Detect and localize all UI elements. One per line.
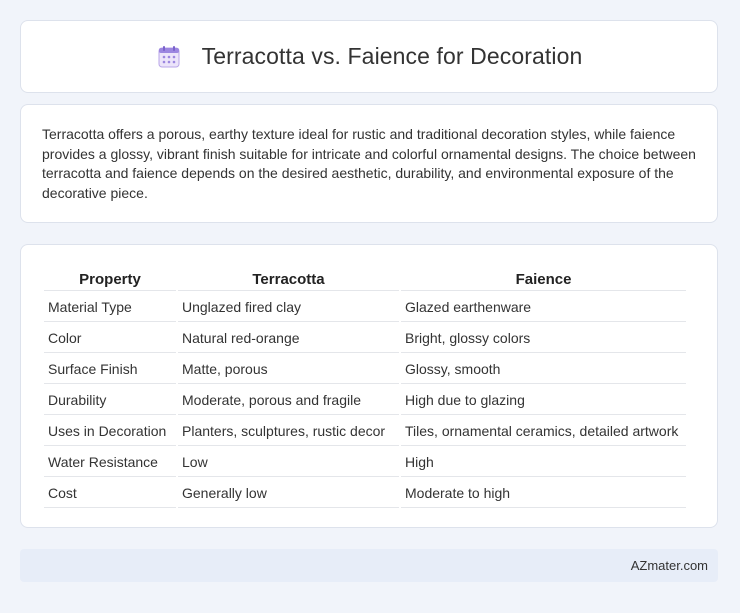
page-title: Terracotta vs. Faience for Decoration <box>201 43 583 69</box>
cell-faience: High due to glazing <box>401 386 686 415</box>
cell-property: Surface Finish <box>44 355 176 384</box>
cell-faience: Glazed earthenware <box>401 293 686 322</box>
title-card: Terracotta vs. Faience for Decoration <box>20 20 718 93</box>
cell-property: Water Resistance <box>44 448 176 477</box>
table-card: Property Terracotta Faience Material Typ… <box>20 244 718 528</box>
cell-faience: Tiles, ornamental ceramics, detailed art… <box>401 417 686 446</box>
table-row: Surface Finish Matte, porous Glossy, smo… <box>44 355 686 384</box>
header-faience: Faience <box>401 268 686 291</box>
footer-bar: AZmater.com <box>20 549 718 582</box>
cell-faience: Moderate to high <box>401 479 686 508</box>
cell-property: Cost <box>44 479 176 508</box>
cell-property: Material Type <box>44 293 176 322</box>
table-row: Color Natural red-orange Bright, glossy … <box>44 324 686 353</box>
cell-terracotta: Moderate, porous and fragile <box>178 386 399 415</box>
cell-property: Durability <box>44 386 176 415</box>
cell-terracotta: Natural red-orange <box>178 324 399 353</box>
cell-faience: Glossy, smooth <box>401 355 686 384</box>
header-terracotta: Terracotta <box>178 268 399 291</box>
cell-faience: High <box>401 448 686 477</box>
cell-faience: Bright, glossy colors <box>401 324 686 353</box>
calendar-icon <box>156 44 182 70</box>
intro-card: Terracotta offers a porous, earthy textu… <box>20 104 718 223</box>
cell-terracotta: Low <box>178 448 399 477</box>
table-row: Uses in Decoration Planters, sculptures,… <box>44 417 686 446</box>
table-row: Cost Generally low Moderate to high <box>44 479 686 508</box>
intro-paragraph: Terracotta offers a porous, earthy textu… <box>42 126 696 201</box>
cell-terracotta: Unglazed fired clay <box>178 293 399 322</box>
table-row: Material Type Unglazed fired clay Glazed… <box>44 293 686 322</box>
cell-property: Color <box>44 324 176 353</box>
cell-terracotta: Matte, porous <box>178 355 399 384</box>
comparison-table: Property Terracotta Faience Material Typ… <box>42 266 688 510</box>
table-header-row: Property Terracotta Faience <box>44 268 686 291</box>
table-row: Water Resistance Low High <box>44 448 686 477</box>
table-row: Durability Moderate, porous and fragile … <box>44 386 686 415</box>
cell-property: Uses in Decoration <box>44 417 176 446</box>
cell-terracotta: Generally low <box>178 479 399 508</box>
footer-site-link[interactable]: AZmater.com <box>631 558 708 573</box>
header-property: Property <box>44 268 176 291</box>
cell-terracotta: Planters, sculptures, rustic decor <box>178 417 399 446</box>
